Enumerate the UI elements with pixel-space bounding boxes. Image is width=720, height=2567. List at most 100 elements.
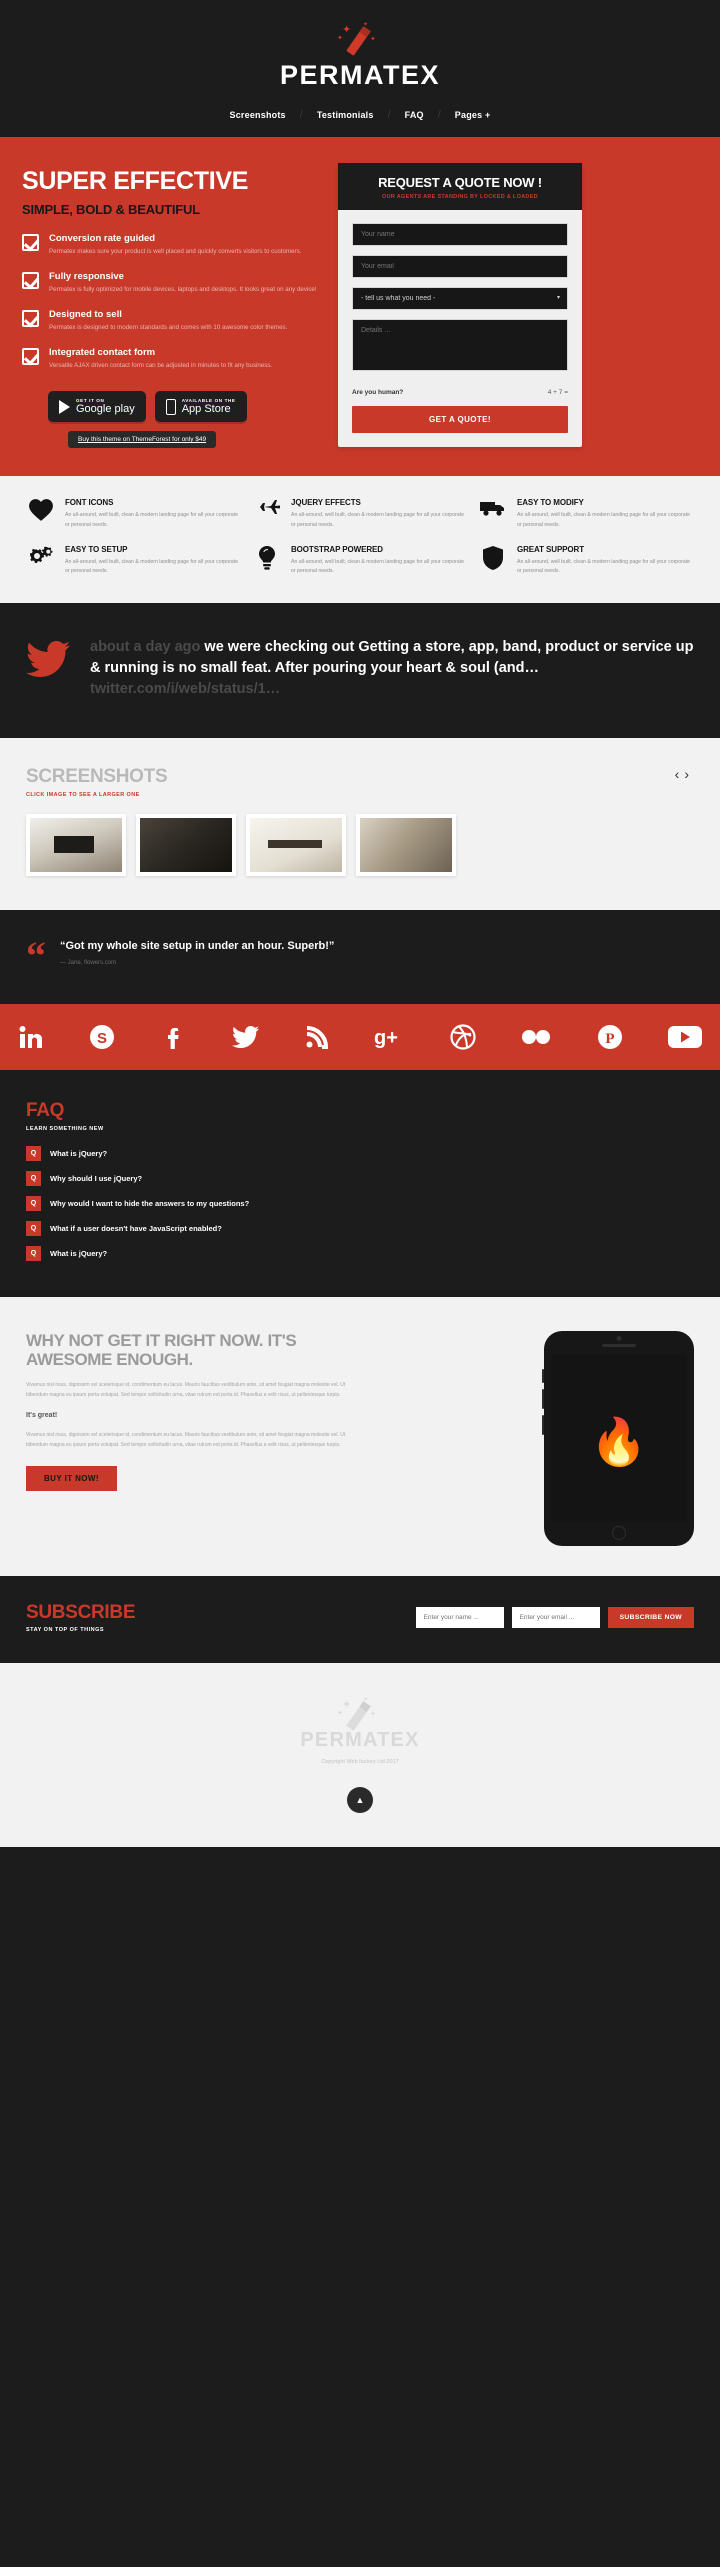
faq-item[interactable]: Q What is jQuery? bbox=[26, 1246, 694, 1262]
faq-item[interactable]: Q Why should I use jQuery? bbox=[26, 1171, 694, 1187]
chevron-down-icon: ▾ bbox=[556, 295, 560, 301]
hero-section: SUPER EFFECTIVE SIMPLE, BOLD & BEAUTIFUL… bbox=[0, 137, 720, 477]
sparkle-icon: ✦ bbox=[370, 36, 376, 43]
quote-name-input[interactable] bbox=[352, 223, 568, 246]
sparkle-icon: ✦ bbox=[337, 1710, 343, 1718]
app-store-buttons: GET IT ON Google play AVAILABLE ON THE A… bbox=[48, 391, 322, 423]
screenshots-section: SCREENSHOTS CLICK IMAGE TO SEE A LARGER … bbox=[0, 738, 720, 911]
check-icon bbox=[22, 347, 39, 365]
social-links-bar: S g+ P bbox=[0, 1004, 720, 1071]
svg-text:P: P bbox=[605, 1031, 614, 1047]
feature-title: Conversion rate guided bbox=[49, 233, 156, 244]
site-footer: ✦ ✦ ✦ ✦ PERMATEX Copyright Web factory L… bbox=[0, 1663, 720, 1848]
footer-copyright: Copyright Web factory Ltd 2017 bbox=[321, 1759, 399, 1766]
cta-title: WHY NOT GET IT RIGHT NOW. IT'S AWESOME E… bbox=[26, 1331, 297, 1370]
nav-item-pages[interactable]: Pages + bbox=[441, 105, 505, 125]
landing-page: ✦ ✦ ✦ ✦ PERMATEX Screenshots / Testimoni… bbox=[0, 0, 720, 1848]
themeforest-buy-button[interactable]: Buy this theme on ThemeForest for only $… bbox=[68, 431, 217, 449]
twitter-tweet: about a day ago we were checking out Get… bbox=[90, 637, 694, 700]
quote-form-panel: REQUEST A QUOTE NOW ! OUR AGENTS ARE STA… bbox=[338, 163, 582, 447]
rss-icon[interactable] bbox=[305, 1025, 329, 1050]
pinterest-icon[interactable]: P bbox=[597, 1024, 623, 1050]
youtube-icon[interactable] bbox=[667, 1025, 702, 1049]
cta-paragraph-1: Vivamus nisl risus, dignissim vel sceler… bbox=[26, 1382, 346, 1398]
twitter-bird-icon bbox=[26, 637, 74, 700]
subscribe-email-input[interactable] bbox=[511, 1607, 600, 1629]
icon-feature-item: BOOTSTRAP POWERED An all-around, well bu… bbox=[252, 545, 468, 577]
heart-icon bbox=[26, 498, 56, 530]
icon-feature-title: FONT ICONS bbox=[65, 498, 114, 508]
feature-text: Versatile AJAX driven contact form can b… bbox=[49, 361, 273, 369]
hero-feature-list: Conversion rate guided Permatex makes su… bbox=[22, 233, 322, 371]
quote-details-textarea[interactable] bbox=[352, 319, 568, 371]
site-header: ✦ ✦ ✦ ✦ PERMATEX Screenshots / Testimoni… bbox=[0, 0, 720, 137]
sparkle-icon: ✦ bbox=[370, 1711, 376, 1719]
logo[interactable]: ✦ ✦ ✦ ✦ PERMATEX bbox=[0, 22, 720, 91]
google-play-icon bbox=[59, 399, 70, 414]
check-icon bbox=[22, 234, 39, 251]
flickr-icon[interactable] bbox=[521, 1027, 551, 1047]
app-store-button[interactable]: AVAILABLE ON THE App Store bbox=[154, 391, 247, 423]
skype-icon[interactable]: S bbox=[89, 1024, 115, 1050]
footer-logo-text: PERMATEX bbox=[300, 1729, 420, 1752]
subscribe-form: SUBSCRIBE NOW bbox=[415, 1607, 694, 1629]
quote-email-input[interactable] bbox=[352, 255, 568, 278]
google-play-button[interactable]: GET IT ON Google play bbox=[48, 391, 146, 423]
chevron-left-icon[interactable]: ‹ bbox=[675, 766, 685, 782]
nav-item-faq[interactable]: FAQ bbox=[391, 105, 438, 125]
icon-features-section: FONT ICONS An all-around, well built, cl… bbox=[0, 476, 720, 603]
subscribe-now-button[interactable]: SUBSCRIBE NOW bbox=[607, 1607, 694, 1629]
testimonial-quote: “Got my whole site setup in under an hou… bbox=[60, 940, 335, 953]
tweet-link[interactable]: twitter.com/i/web/status/1… bbox=[90, 681, 280, 697]
icon-feature-text: An all-around, well built, clean & moder… bbox=[517, 512, 691, 529]
faq-item[interactable]: Q What if a user doesn't have JavaScript… bbox=[26, 1221, 694, 1237]
footer-magic-wand-icon: ✦ ✦ ✦ ✦ bbox=[330, 1697, 390, 1731]
truck-icon bbox=[478, 498, 508, 530]
hero-subtitle: SIMPLE, BOLD & BEAUTIFUL bbox=[22, 202, 200, 217]
screenshot-thumbnail[interactable] bbox=[246, 814, 346, 877]
hero-feature-item: Fully responsive Permatex is fully optim… bbox=[22, 271, 322, 296]
dribbble-icon[interactable] bbox=[450, 1024, 476, 1050]
feature-text: Permatex is designed to modern standards… bbox=[49, 323, 288, 331]
screenshots-title: SCREENSHOTS bbox=[26, 766, 168, 788]
chevron-right-icon[interactable]: › bbox=[684, 766, 694, 782]
icon-feature-title: EASY TO SETUP bbox=[65, 544, 128, 554]
gears-icon bbox=[26, 545, 56, 577]
faq-item[interactable]: Q What is jQuery? bbox=[26, 1146, 694, 1162]
icon-feature-title: BOOTSTRAP POWERED bbox=[291, 544, 383, 554]
question-badge-icon: Q bbox=[26, 1196, 41, 1212]
screenshots-nav: ‹› bbox=[675, 766, 694, 782]
twitter-icon[interactable] bbox=[232, 1025, 260, 1049]
google-plus-icon[interactable]: g+ bbox=[374, 1025, 404, 1049]
quote-need-select[interactable] bbox=[352, 287, 568, 310]
faq-list: Q What is jQuery? Q Why should I use jQu… bbox=[26, 1146, 694, 1262]
sparkle-icon: ✦ bbox=[342, 1699, 352, 1712]
nav-item-screenshots[interactable]: Screenshots bbox=[216, 105, 300, 125]
subscribe-name-input[interactable] bbox=[415, 1607, 504, 1629]
nav-item-testimonials[interactable]: Testimonials bbox=[303, 105, 388, 125]
get-a-quote-button[interactable]: GET A QUOTE! bbox=[352, 406, 568, 433]
faq-question: What if a user doesn't have JavaScript e… bbox=[50, 1224, 222, 1234]
facebook-icon[interactable] bbox=[161, 1024, 187, 1050]
flame-icon: 🔥 bbox=[590, 1415, 648, 1468]
captcha-equation: 4 + 7 = bbox=[547, 389, 568, 396]
subscribe-title: SUBSCRIBE bbox=[26, 1602, 136, 1624]
faq-question: Why should I use jQuery? bbox=[50, 1174, 143, 1184]
screenshot-thumbnail[interactable] bbox=[356, 814, 456, 877]
faq-item[interactable]: Q Why would I want to hide the answers t… bbox=[26, 1196, 694, 1212]
screenshot-thumbnail[interactable] bbox=[136, 814, 236, 877]
icon-feature-item: FONT ICONS An all-around, well built, cl… bbox=[26, 498, 242, 530]
icon-feature-item: EASY TO SETUP An all-around, well built,… bbox=[26, 545, 242, 577]
linkedin-icon[interactable] bbox=[18, 1024, 44, 1050]
subscribe-subtitle: STAY ON TOP OF THINGS bbox=[26, 1627, 105, 1634]
back-to-top-button[interactable]: ▲ bbox=[347, 1787, 373, 1814]
faq-section: FAQ LEARN SOMETHING NEW Q What is jQuery… bbox=[0, 1070, 720, 1298]
arrow-up-icon: ▲ bbox=[355, 1795, 365, 1806]
screenshot-thumbnail[interactable] bbox=[26, 814, 126, 877]
check-icon bbox=[22, 309, 39, 327]
cta-section: WHY NOT GET IT RIGHT NOW. IT'S AWESOME E… bbox=[0, 1297, 720, 1577]
screenshots-header: SCREENSHOTS CLICK IMAGE TO SEE A LARGER … bbox=[26, 766, 694, 798]
icon-feature-item: EASY TO MODIFY An all-around, well built… bbox=[478, 498, 694, 530]
quote-subtitle: OUR AGENTS ARE STANDING BY LOCKED & LOAD… bbox=[382, 194, 538, 200]
buy-it-now-button[interactable]: BUY IT NOW! bbox=[26, 1466, 117, 1492]
